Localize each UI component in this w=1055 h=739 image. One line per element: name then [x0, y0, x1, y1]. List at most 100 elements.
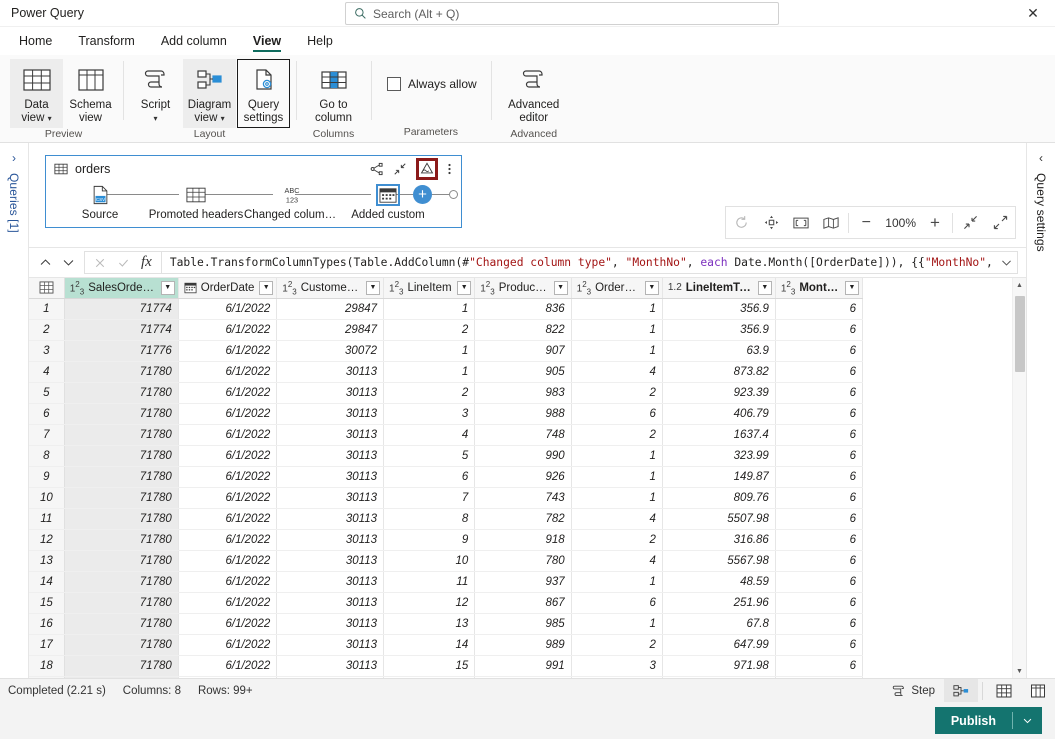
row-number[interactable]: 18: [29, 655, 65, 677]
formula-confirm-button[interactable]: [117, 257, 130, 269]
chevron-left-icon[interactable]: ‹: [1039, 151, 1043, 165]
cell-salesorderid[interactable]: 71780: [64, 571, 179, 593]
column-filter-dropdown-icon[interactable]: ▼: [160, 280, 175, 295]
scroll-down-arrow-icon[interactable]: ▼: [1013, 664, 1027, 678]
cell-orderdate[interactable]: 6/1/2022: [178, 403, 278, 425]
collapse-diagonal-icon[interactable]: [955, 207, 985, 238]
publish-caret-icon[interactable]: [1013, 707, 1042, 734]
search-box[interactable]: Search (Alt + Q): [345, 2, 779, 25]
tab-add-column[interactable]: Add column: [148, 27, 240, 54]
cell-orderqty[interactable]: 3: [571, 655, 663, 677]
formula-expand-caret-icon[interactable]: [994, 256, 1013, 269]
cell-lineitemtotal[interactable]: 323.99: [662, 676, 776, 678]
cell-orderqty[interactable]: 4: [571, 361, 663, 383]
query-settings-button[interactable]: Query settings: [237, 59, 290, 128]
cell-salesorderid[interactable]: 71780: [64, 550, 179, 572]
cell-orderdate[interactable]: 6/1/2022: [178, 592, 278, 614]
cell-monthno[interactable]: 6: [775, 550, 864, 572]
cell-productid[interactable]: 983: [474, 382, 572, 404]
cell-productid[interactable]: 782: [474, 508, 572, 530]
status-step-button[interactable]: Step: [883, 679, 944, 703]
cell-customerid[interactable]: 30113: [276, 466, 385, 488]
cell-productid[interactable]: 990: [474, 445, 572, 467]
cell-monthno[interactable]: 6: [775, 361, 864, 383]
cell-lineitemtotal[interactable]: 647.99: [662, 634, 776, 656]
cell-monthno[interactable]: 6: [775, 571, 864, 593]
cell-customerid[interactable]: 30072: [276, 340, 385, 362]
cell-lineitemtotal[interactable]: 971.98: [662, 655, 776, 677]
row-number[interactable]: 10: [29, 487, 65, 509]
cell-salesorderid[interactable]: 71774: [64, 298, 179, 320]
cell-productid[interactable]: 918: [474, 529, 572, 551]
column-header-salesorderid[interactable]: 123 SalesOrderID ▼: [64, 278, 179, 299]
cell-monthno[interactable]: 6: [775, 298, 864, 320]
cell-orderdate[interactable]: 6/1/2022: [178, 298, 278, 320]
collapse-arrows-icon[interactable]: [393, 162, 407, 176]
cell-monthno[interactable]: 6: [775, 613, 864, 635]
cell-lineitem[interactable]: 15: [383, 655, 476, 677]
table-row[interactable]: 4 71780 6/1/2022 30113 1 905 4 873.82 6: [29, 361, 864, 383]
cell-customerid[interactable]: 29847: [276, 298, 385, 320]
search-input[interactable]: Search (Alt + Q): [373, 7, 459, 21]
cell-monthno[interactable]: 6: [775, 403, 864, 425]
cell-orderdate[interactable]: 6/1/2022: [178, 655, 278, 677]
cell-productid[interactable]: 822: [474, 319, 572, 341]
cell-customerid[interactable]: 30113: [276, 424, 385, 446]
cell-orderdate[interactable]: 6/1/2022: [178, 634, 278, 656]
column-filter-dropdown-icon[interactable]: ▼: [259, 280, 274, 295]
cell-salesorderid[interactable]: 71780: [64, 403, 179, 425]
column-filter-dropdown-icon[interactable]: ▼: [757, 280, 772, 295]
row-number[interactable]: 1: [29, 298, 65, 320]
cell-lineitem[interactable]: 8: [383, 508, 476, 530]
cell-salesorderid[interactable]: 71780: [64, 508, 179, 530]
cell-orderqty[interactable]: 4: [571, 550, 663, 572]
cell-lineitem[interactable]: 12: [383, 592, 476, 614]
cell-monthno[interactable]: 6: [775, 319, 864, 341]
cell-lineitemtotal[interactable]: 63.9: [662, 340, 776, 362]
minimap-icon[interactable]: [816, 207, 846, 238]
table-row[interactable]: 3 71776 6/1/2022 30072 1 907 1 63.9 6: [29, 340, 864, 362]
cell-monthno[interactable]: 6: [775, 487, 864, 509]
cell-productid[interactable]: 991: [474, 655, 572, 677]
cell-orderqty[interactable]: 2: [571, 634, 663, 656]
column-header-monthno[interactable]: 123MonthNo ▼: [775, 278, 864, 299]
cell-lineitemtotal[interactable]: 1637.4: [662, 424, 776, 446]
cell-orderdate[interactable]: 6/1/2022: [178, 424, 278, 446]
cell-orderdate[interactable]: 6/1/2022: [178, 676, 278, 678]
cell-salesorderid[interactable]: 71780: [64, 529, 179, 551]
column-filter-dropdown-icon[interactable]: ▼: [366, 280, 381, 295]
data-profile-icon[interactable]: [416, 158, 438, 180]
cell-monthno[interactable]: 6: [775, 676, 864, 678]
cell-orderqty[interactable]: 1: [571, 613, 663, 635]
status-schema-view-button[interactable]: [1021, 679, 1055, 703]
cell-orderdate[interactable]: 6/1/2022: [178, 361, 278, 383]
query-card-orders[interactable]: orders CSV Source Promoted headers ABC 1…: [45, 155, 462, 228]
formula-cancel-button[interactable]: [94, 257, 106, 269]
cell-productid[interactable]: 985: [474, 613, 572, 635]
data-grid[interactable]: 123 SalesOrderID ▼ OrderDate ▼ 123 CustomerID ▼…: [29, 278, 1012, 678]
cell-salesorderid[interactable]: 71780: [64, 676, 179, 678]
cell-orderqty[interactable]: 1: [571, 298, 663, 320]
zoom-out-button[interactable]: −: [851, 207, 881, 238]
cell-orderqty[interactable]: 1: [571, 571, 663, 593]
cell-productid[interactable]: 836: [474, 298, 572, 320]
cell-salesorderid[interactable]: 71780: [64, 487, 179, 509]
cell-lineitemtotal[interactable]: 149.87: [662, 466, 776, 488]
table-row[interactable]: 15 71780 6/1/2022 30113 12 867 6 251.96 6: [29, 592, 864, 614]
cell-productid[interactable]: 743: [474, 487, 572, 509]
column-header-orderdate[interactable]: OrderDate ▼: [178, 278, 278, 299]
row-number[interactable]: 17: [29, 634, 65, 656]
row-number[interactable]: 5: [29, 382, 65, 404]
cell-orderdate[interactable]: 6/1/2022: [178, 487, 278, 509]
scroll-up-arrow-icon[interactable]: ▲: [1013, 278, 1027, 292]
tab-transform[interactable]: Transform: [65, 27, 148, 54]
chevron-right-icon[interactable]: ›: [12, 151, 16, 165]
cell-productid[interactable]: 780: [474, 550, 572, 572]
cell-monthno[interactable]: 6: [775, 655, 864, 677]
diagram-view-button[interactable]: Diagram view ▾: [183, 59, 236, 128]
tab-help[interactable]: Help: [294, 27, 346, 54]
go-to-column-button[interactable]: Go to column: [307, 59, 360, 128]
cell-salesorderid[interactable]: 71774: [64, 319, 179, 341]
row-number[interactable]: 3: [29, 340, 65, 362]
row-number[interactable]: 16: [29, 613, 65, 635]
